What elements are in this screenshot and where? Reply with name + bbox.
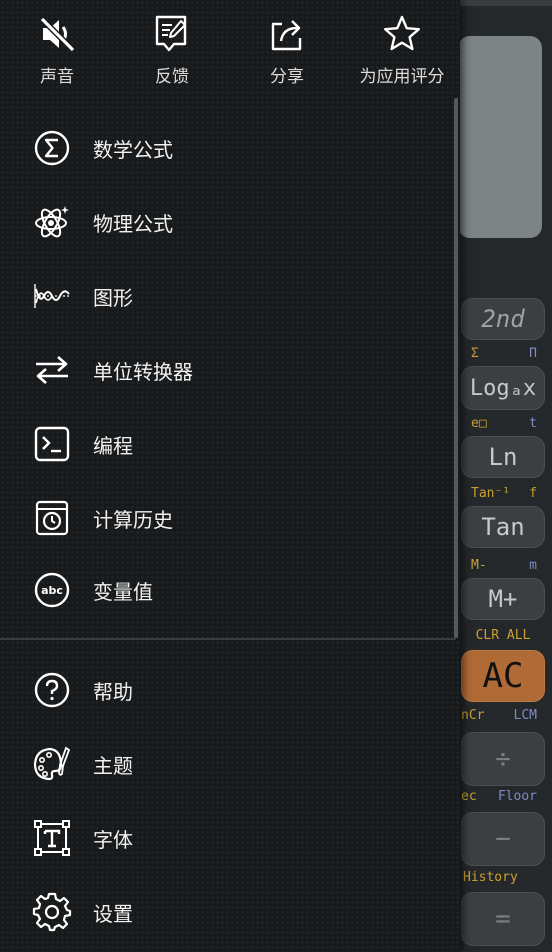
menu-label: 物理公式 (93, 211, 173, 236)
menu-item-help[interactable]: 帮助 (0, 660, 452, 720)
sub-label-clr-all: CLR ALL (475, 628, 531, 643)
sub-label-arctan: Tan⁻¹ (471, 486, 511, 501)
menu-label: 设置 (93, 901, 133, 926)
history-clock-icon (32, 498, 72, 538)
key-ln[interactable]: Ln (461, 436, 545, 478)
svg-text:abc: abc (41, 584, 63, 597)
graph-wave-icon (32, 276, 72, 316)
convert-arrows-icon (32, 350, 72, 390)
key-2nd[interactable]: 2nd (461, 298, 545, 340)
share-label: 分享 (270, 67, 304, 87)
sub-label-t: t (529, 416, 537, 431)
abc-icon: abc (32, 570, 72, 610)
sub-label-history: History (463, 870, 518, 885)
sub-label-lcm: LCM (513, 708, 537, 723)
sub-label-ncr: nCr (461, 708, 485, 723)
menu-item-graph[interactable]: 图形 (0, 266, 452, 326)
sub-label-sigma: Σ (471, 346, 479, 361)
menu-label: 编程 (93, 433, 133, 458)
feedback-button[interactable]: 反馈 (117, 14, 227, 94)
share-button[interactable]: 分享 (232, 14, 342, 94)
sub-label-ec: ec (461, 789, 477, 804)
menu-label: 帮助 (93, 679, 133, 704)
sigma-icon (32, 128, 72, 168)
sub-label-m-minus: M- (471, 558, 487, 573)
menu-item-programming[interactable]: 编程 (0, 414, 452, 474)
drawer-top-actions: 声音 反馈 分享 为应用评分 (0, 0, 460, 100)
key-minus[interactable]: − (461, 812, 545, 866)
menu-item-variable-values[interactable]: abc 变量值 (0, 560, 452, 620)
menu-divider (0, 638, 456, 640)
help-icon (32, 670, 72, 710)
sub-label-f: f (529, 486, 537, 501)
menu-item-font[interactable]: 字体 (0, 808, 452, 868)
menu-label: 主题 (93, 753, 133, 778)
palette-icon (32, 744, 72, 784)
key-tan[interactable]: Tan (461, 506, 545, 548)
menu-item-unit-converter[interactable]: 单位转换器 (0, 340, 452, 400)
menu-label: 数学公式 (93, 137, 173, 162)
atom-icon (32, 202, 72, 242)
menu-item-calculation-history[interactable]: 计算历史 (0, 488, 452, 548)
sub-label-e-power: e□ (471, 416, 487, 431)
key-equals[interactable]: = (461, 892, 545, 946)
menu-item-settings[interactable]: 设置 (0, 882, 452, 942)
gear-icon (32, 892, 72, 932)
sound-toggle-button[interactable]: 声音 (2, 14, 112, 94)
font-icon (32, 818, 72, 858)
key-log-a-x[interactable]: Logₐx (461, 366, 545, 410)
menu-label: 计算历史 (93, 507, 173, 532)
navigation-drawer: 声音 反馈 分享 为应用评分 数学公式 物理公式 图形 单位转换器 编程 计算历… (0, 0, 460, 952)
menu-item-physics-formulas[interactable]: 物理公式 (0, 192, 452, 252)
menu-label: 图形 (93, 285, 133, 310)
menu-item-theme[interactable]: 主题 (0, 734, 452, 794)
feedback-label: 反馈 (155, 67, 189, 87)
menu-label: 单位转换器 (93, 359, 193, 384)
key-m-plus[interactable]: M+ (461, 578, 545, 620)
sound-label: 声音 (40, 67, 74, 87)
share-icon (232, 14, 342, 54)
key-ac[interactable]: AC (461, 650, 545, 702)
star-icon (347, 14, 457, 54)
feedback-icon (117, 14, 227, 54)
rate-app-label: 为应用评分 (359, 67, 445, 87)
terminal-icon (32, 424, 72, 464)
key-divide[interactable]: ÷ (461, 732, 545, 786)
menu-item-math-formulas[interactable]: 数学公式 (0, 118, 452, 178)
drawer-scrollbar[interactable] (454, 98, 458, 638)
menu-label: 字体 (93, 827, 133, 852)
sub-label-pi: Π (529, 346, 537, 361)
rate-app-button[interactable]: 为应用评分 (347, 14, 457, 94)
sub-label-floor: Floor (497, 789, 537, 804)
sound-muted-icon (2, 14, 112, 54)
sub-label-m: m (529, 558, 537, 573)
calculator-display (458, 36, 542, 238)
menu-label: 变量值 (93, 579, 153, 604)
